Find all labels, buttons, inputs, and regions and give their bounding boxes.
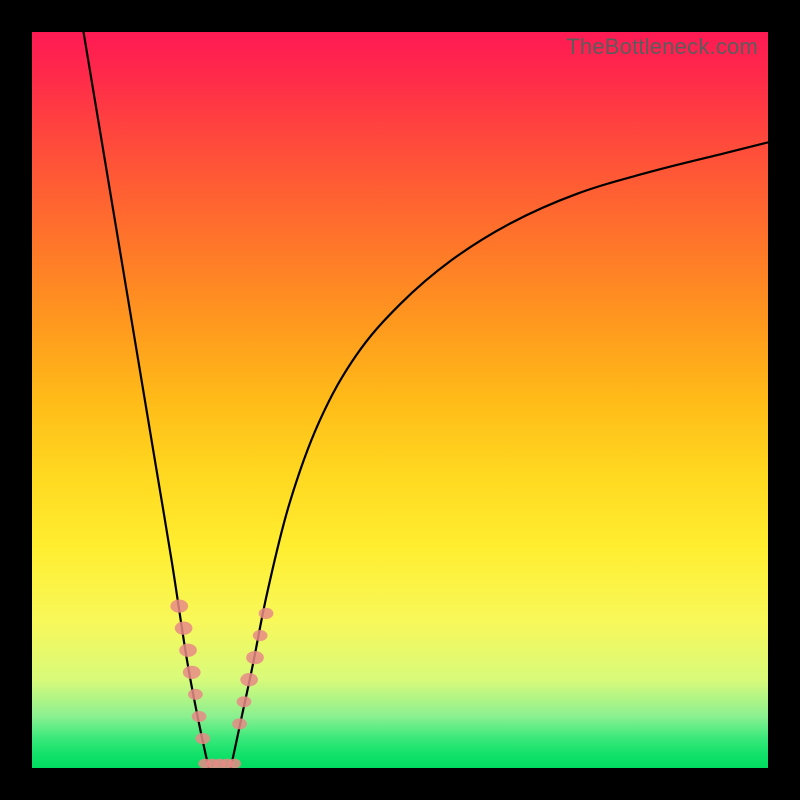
watermark-text: TheBottleneck.com [566, 34, 758, 60]
chart-frame: TheBottleneck.com [0, 0, 800, 800]
curve-left-branch [84, 32, 209, 768]
data-marker [237, 696, 252, 707]
data-marker [175, 622, 193, 635]
plot-area: TheBottleneck.com [32, 32, 768, 768]
data-marker [183, 666, 201, 679]
data-marker [232, 718, 247, 729]
data-marker [188, 689, 203, 700]
curve-right-branch [231, 142, 768, 768]
data-marker [170, 599, 188, 612]
data-marker [246, 651, 264, 664]
marker-group [170, 599, 273, 768]
data-marker [192, 711, 207, 722]
data-marker [253, 630, 268, 641]
data-marker [179, 644, 197, 657]
data-marker [195, 733, 210, 744]
bottleneck-curve [32, 32, 768, 768]
data-marker [259, 608, 274, 619]
data-marker [240, 673, 258, 686]
